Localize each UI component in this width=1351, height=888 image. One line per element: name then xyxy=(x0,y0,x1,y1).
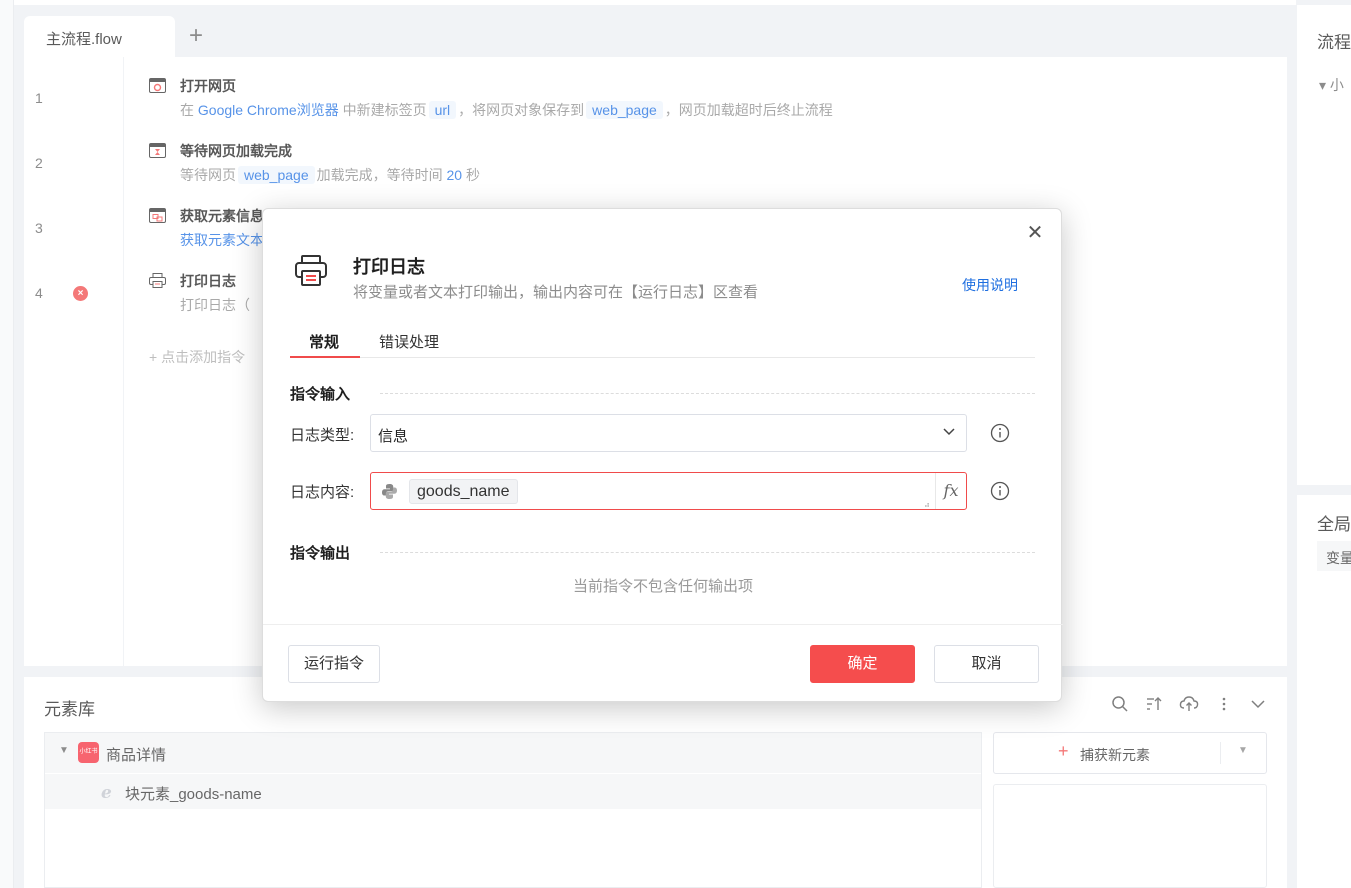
dialog-subtitle: 将变量或者文本打印输出，输出内容可在【运行日志】区查看 xyxy=(353,284,759,301)
dialog-tabs: 常规 错误处理 xyxy=(290,327,1035,358)
help-link[interactable]: 使用说明 xyxy=(962,275,1018,295)
no-output-message: 当前指令不包含任何输出项 xyxy=(572,578,753,595)
run-command-button[interactable]: 运行指令 xyxy=(288,645,380,683)
info-icon[interactable] xyxy=(990,481,1010,501)
section-divider xyxy=(380,552,1035,553)
cancel-button[interactable]: 取消 xyxy=(934,645,1039,683)
printer-icon xyxy=(295,255,327,286)
tab-general[interactable]: 常规 xyxy=(309,331,339,352)
section-input-title: 指令输入 xyxy=(290,383,357,404)
python-icon[interactable] xyxy=(381,483,398,500)
log-content-label: 日志内容: xyxy=(290,484,355,501)
log-type-label: 日志类型: xyxy=(290,427,355,444)
log-type-value: 信息 xyxy=(378,428,409,445)
log-content-input[interactable]: goods_name ⣠ fx xyxy=(370,472,967,510)
variable-chip-goods-name[interactable]: goods_name xyxy=(409,479,518,504)
footer-divider xyxy=(263,624,1063,625)
info-icon[interactable] xyxy=(990,423,1010,443)
log-type-select[interactable]: 信息 xyxy=(370,414,967,452)
confirm-button[interactable]: 确定 xyxy=(810,645,915,683)
fx-icon[interactable]: fx xyxy=(935,473,966,509)
section-input: 指令输入 xyxy=(290,383,1035,404)
resize-handle-icon[interactable]: ⣠ xyxy=(924,499,932,507)
dialog-title: 打印日志 xyxy=(353,257,425,277)
close-icon[interactable]: ✕ xyxy=(1025,223,1045,243)
section-output-title: 指令输出 xyxy=(290,542,357,563)
section-output: 指令输出 xyxy=(290,542,1035,563)
chevron-down-icon xyxy=(943,428,955,436)
section-divider xyxy=(380,393,1035,394)
tab-error-handling[interactable]: 错误处理 xyxy=(379,331,439,352)
active-tab-indicator xyxy=(290,356,360,358)
print-log-dialog: ✕ 打印日志 将变量或者文本打印输出，输出内容可在【运行日志】区查看 使用说明 … xyxy=(262,208,1063,702)
